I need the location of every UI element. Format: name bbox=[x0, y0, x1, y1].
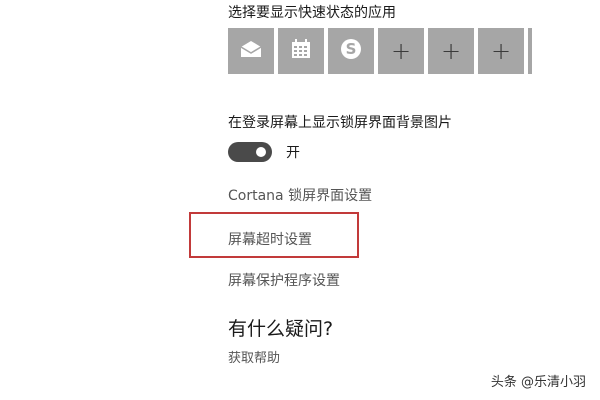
screensaver-settings-link[interactable]: 屏幕保护程序设置 bbox=[228, 270, 340, 290]
toggle-knob bbox=[256, 147, 266, 157]
quick-status-tile-calendar[interactable] bbox=[278, 28, 324, 74]
get-help-link[interactable]: 获取帮助 bbox=[228, 347, 280, 366]
quick-status-tile-add[interactable]: + bbox=[428, 28, 474, 74]
quick-status-tile-skype[interactable]: S bbox=[328, 28, 374, 74]
plus-icon: + bbox=[440, 37, 462, 65]
skype-icon: S bbox=[339, 37, 363, 65]
cortana-lock-settings-link[interactable]: Cortana 锁屏界面设置 bbox=[228, 185, 372, 205]
help-title: 有什么疑问? bbox=[228, 318, 334, 340]
toggle-state-label: 开 bbox=[286, 145, 300, 161]
watermark: 头条 @乐清小羽 bbox=[490, 375, 586, 390]
plus-icon: + bbox=[390, 37, 412, 65]
lock-background-toggle[interactable] bbox=[228, 142, 272, 162]
quick-status-tile-add[interactable]: + bbox=[378, 28, 424, 74]
calendar-icon bbox=[290, 38, 312, 64]
quick-status-tile-partial bbox=[528, 28, 532, 74]
svg-text:S: S bbox=[346, 40, 357, 58]
quick-status-tile-add[interactable]: + bbox=[478, 28, 524, 74]
mail-icon bbox=[239, 39, 263, 63]
quick-status-tile-mail[interactable] bbox=[228, 28, 274, 74]
lock-background-toggle-row: 开 bbox=[228, 142, 300, 162]
plus-icon: + bbox=[490, 37, 512, 65]
quick-status-tiles: S + + + bbox=[228, 28, 532, 74]
screen-timeout-settings-link[interactable]: 屏幕超时设置 bbox=[228, 229, 312, 249]
lock-background-label: 在登录屏幕上显示锁屏界面背景图片 bbox=[228, 115, 452, 131]
quick-status-label: 选择要显示快速状态的应用 bbox=[228, 5, 396, 21]
